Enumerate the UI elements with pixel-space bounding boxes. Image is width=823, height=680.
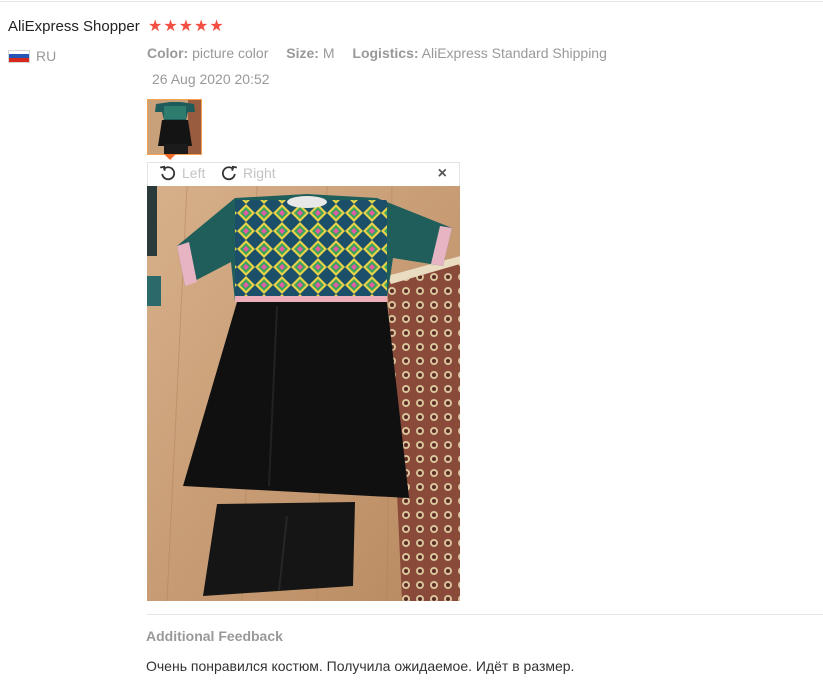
rotate-left-icon: [160, 165, 176, 181]
reviewer-name: AliExpress Shopper: [8, 18, 140, 35]
logistics-attribute: Logistics: AliExpress Standard Shipping: [352, 45, 607, 61]
top-divider: [0, 1, 823, 2]
additional-feedback-text: Очень понравился костюм. Получила ожидае…: [146, 658, 575, 674]
feedback-divider: [147, 614, 823, 615]
russia-flag-icon: [8, 49, 30, 63]
rotate-right-button[interactable]: Right: [220, 164, 276, 182]
rotate-right-icon: [221, 165, 237, 181]
reviewer-country: RU: [8, 48, 56, 64]
star-icon: ★: [209, 18, 224, 35]
review-photo: [147, 186, 460, 601]
review-date: 26 Aug 2020 20:52: [152, 71, 270, 87]
star-icon: ★: [163, 18, 178, 35]
additional-feedback-title: Additional Feedback: [146, 628, 283, 644]
order-attributes: Color: picture color Size: M Logistics: …: [147, 45, 621, 61]
star-icon: ★: [148, 18, 163, 35]
reviewer-info: AliExpress Shopper RU: [8, 18, 143, 64]
close-icon[interactable]: ×: [438, 165, 447, 183]
size-attribute: Size: M: [286, 45, 335, 61]
color-attribute: Color: picture color: [147, 45, 269, 61]
star-icon: ★: [178, 18, 194, 35]
photo-viewer-toolbar: Left Right ×: [147, 162, 460, 186]
review-photo-thumbnail[interactable]: [147, 99, 202, 155]
rotate-right-label: Right: [243, 165, 276, 181]
country-code: RU: [36, 48, 57, 64]
rotate-left-label: Left: [182, 165, 206, 181]
rotate-left-button[interactable]: Left: [159, 164, 205, 182]
star-icon: ★: [194, 18, 209, 35]
rating-stars: ★ ★ ★ ★ ★: [148, 18, 224, 36]
thumbnail-selected-pointer: [164, 154, 176, 160]
